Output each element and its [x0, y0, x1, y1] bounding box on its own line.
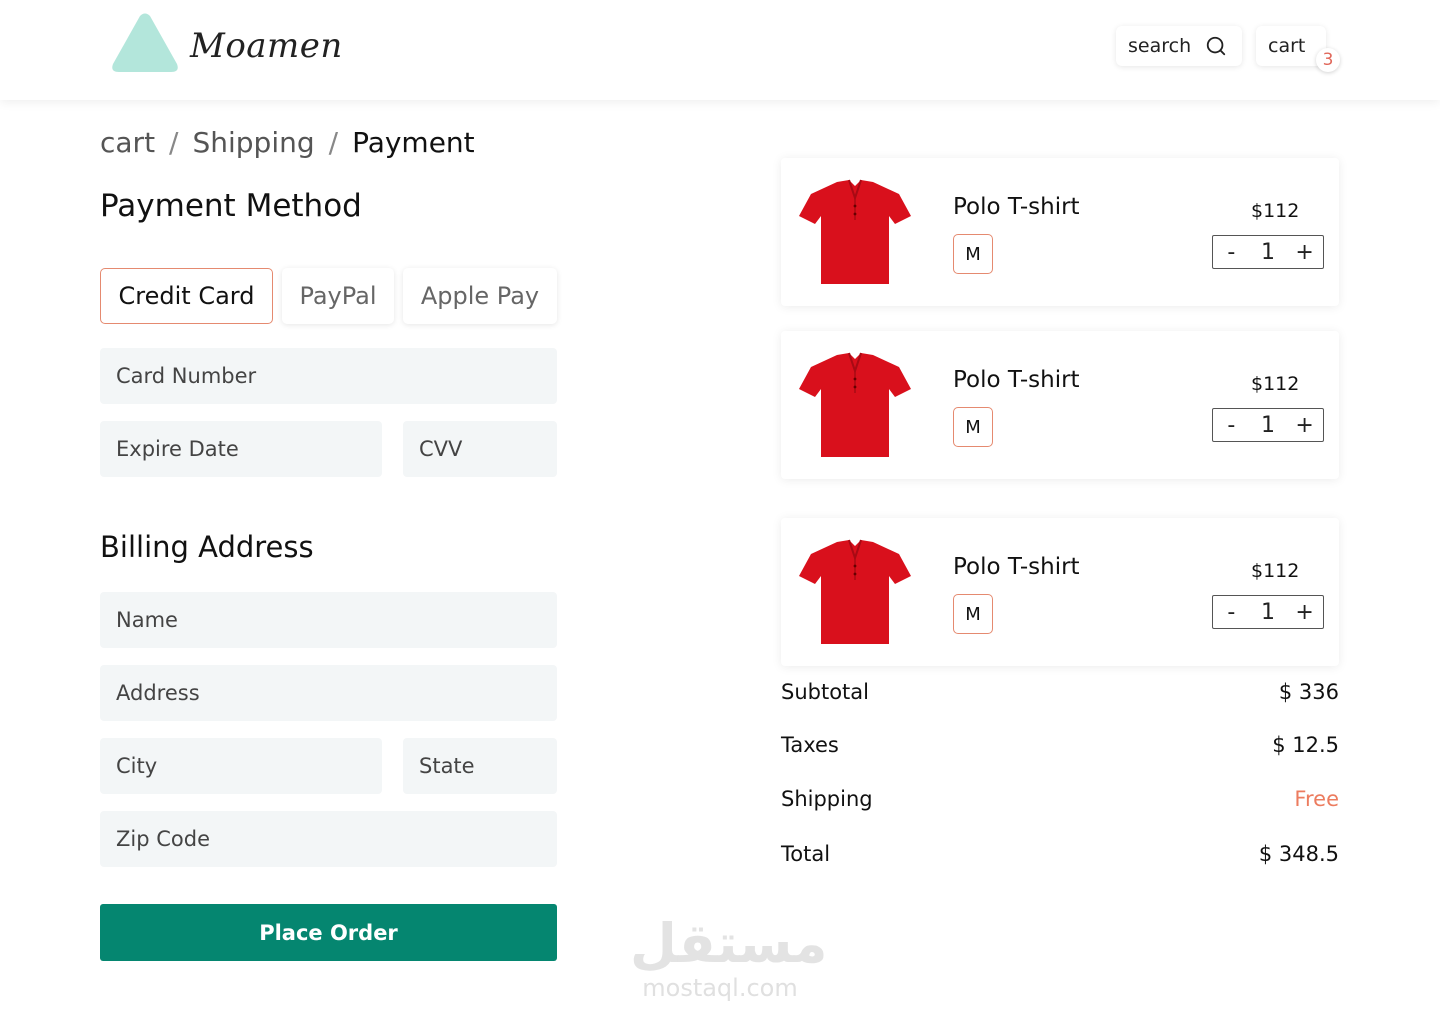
product-price: $112 [1251, 560, 1300, 582]
size-badge[interactable]: M [953, 594, 993, 634]
cart-item-card: Polo T-shirt M $112 - 1 + [781, 331, 1339, 479]
shipping-label: Shipping [781, 787, 873, 811]
taxes-label: Taxes [781, 733, 839, 757]
tab-apple-pay[interactable]: Apple Pay [403, 268, 557, 324]
search-icon [1206, 36, 1226, 56]
shipping-value: Free [1294, 787, 1339, 811]
place-order-button[interactable]: Place Order [100, 904, 557, 961]
product-price: $112 [1251, 373, 1300, 395]
subtotal-value: $ 336 [1278, 680, 1339, 704]
taxes-value: $ 12.5 [1272, 733, 1339, 757]
search-label: search [1128, 35, 1192, 57]
quantity-stepper: - 1 + [1212, 235, 1324, 269]
product-name: Polo T-shirt [953, 554, 1080, 580]
polo-shirt-image [799, 352, 911, 457]
quantity-value: 1 [1260, 412, 1275, 438]
cvv-input[interactable]: CVV [403, 421, 557, 477]
city-input[interactable]: City [100, 738, 382, 794]
triangle-logo-icon[interactable] [110, 12, 180, 74]
quantity-stepper: - 1 + [1212, 595, 1324, 629]
cart-item-card: Polo T-shirt M $112 - 1 + [781, 158, 1339, 306]
total-value: $ 348.5 [1258, 842, 1339, 866]
size-badge[interactable]: M [953, 234, 993, 274]
breadcrumb-separator: / [169, 126, 179, 159]
top-header: Moamen search cart 3 [0, 0, 1440, 100]
product-name: Polo T-shirt [953, 194, 1080, 220]
name-input[interactable]: Name [100, 592, 557, 648]
payment-method-title: Payment Method [100, 188, 362, 224]
address-input[interactable]: Address [100, 665, 557, 721]
increment-button[interactable]: + [1291, 600, 1319, 625]
size-badge[interactable]: M [953, 407, 993, 447]
breadcrumb-payment: Payment [352, 126, 475, 159]
decrement-button[interactable]: - [1217, 240, 1245, 265]
increment-button[interactable]: + [1291, 413, 1319, 438]
card-number-input[interactable]: Card Number [100, 348, 557, 404]
breadcrumb-separator: / [328, 126, 339, 159]
watermark-logo: مستقل [630, 912, 828, 975]
cart-label: cart [1268, 35, 1306, 57]
tab-credit-card[interactable]: Credit Card [100, 268, 273, 324]
brand-logo-text[interactable]: Moamen [190, 26, 343, 66]
product-name: Polo T-shirt [953, 367, 1080, 393]
increment-button[interactable]: + [1291, 240, 1319, 265]
polo-shirt-image [799, 539, 911, 644]
polo-shirt-image [799, 179, 911, 284]
decrement-button[interactable]: - [1217, 600, 1245, 625]
quantity-value: 1 [1260, 239, 1275, 265]
breadcrumb-shipping[interactable]: Shipping [192, 126, 314, 159]
cart-item-card: Polo T-shirt M $112 - 1 + [781, 518, 1339, 666]
breadcrumb: cart / Shipping / Payment [100, 126, 475, 159]
search-button[interactable]: search [1116, 26, 1242, 66]
total-label: Total [781, 842, 831, 866]
product-price: $112 [1251, 200, 1300, 222]
quantity-stepper: - 1 + [1212, 408, 1324, 442]
billing-address-title: Billing Address [100, 530, 314, 564]
subtotal-label: Subtotal [781, 680, 869, 704]
expire-date-input[interactable]: Expire Date [100, 421, 382, 477]
cart-count-badge: 3 [1316, 48, 1340, 72]
zip-code-input[interactable]: Zip Code [100, 811, 557, 867]
state-input[interactable]: State [403, 738, 557, 794]
quantity-value: 1 [1260, 599, 1275, 625]
decrement-button[interactable]: - [1217, 413, 1245, 438]
tab-paypal[interactable]: PayPal [282, 268, 394, 324]
breadcrumb-cart[interactable]: cart [100, 126, 155, 159]
watermark-site: mostaql.com [642, 974, 798, 1002]
